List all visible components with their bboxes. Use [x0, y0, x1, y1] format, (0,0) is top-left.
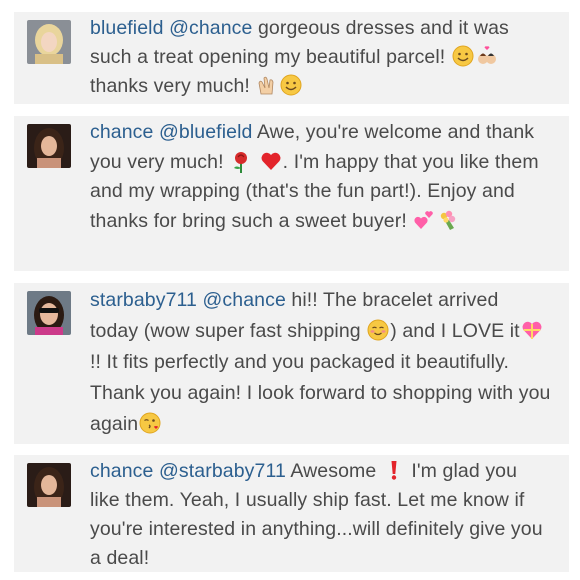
comment-item: bluefield @chance gorgeous dresses and i…	[14, 12, 569, 104]
avatar-photo	[27, 20, 71, 64]
two-hearts-emoji-icon	[413, 209, 435, 231]
username-link[interactable]: bluefield	[90, 17, 164, 39]
comment-text: chance @starbaby711 Awesome I'm glad you…	[90, 457, 551, 573]
avatar-photo	[27, 463, 71, 507]
avatar-photo	[27, 291, 71, 335]
red-heart-emoji-icon	[260, 150, 282, 172]
avatar[interactable]	[27, 20, 71, 64]
comment-body: thanks very much!	[90, 75, 256, 97]
blush-emoji-icon	[367, 319, 389, 341]
mention-link[interactable]: @starbaby711	[159, 460, 286, 482]
mention-link[interactable]: @chance	[169, 17, 252, 39]
couple-heart-emoji-icon	[476, 45, 498, 67]
username-link[interactable]: starbaby711	[90, 289, 197, 311]
comment-text: bluefield @chance gorgeous dresses and i…	[90, 14, 551, 101]
clapping-hands-emoji-icon	[256, 74, 278, 96]
mention-link[interactable]: @bluefield	[159, 121, 252, 143]
comment-item: chance @starbaby711 Awesome I'm glad you…	[14, 455, 569, 572]
avatar[interactable]	[27, 124, 71, 168]
username-link[interactable]: chance	[90, 121, 153, 143]
kissing-face-emoji-icon	[139, 412, 161, 434]
comment-text: chance @bluefield Awe, you're welcome an…	[90, 118, 551, 236]
bouquet-emoji-icon	[437, 209, 459, 231]
smile-emoji-icon	[452, 45, 474, 67]
mention-link[interactable]: @chance	[203, 289, 286, 311]
avatar[interactable]	[27, 291, 71, 335]
avatar-photo	[27, 124, 71, 168]
comment-item: starbaby711 @chance hi!! The bracelet ar…	[14, 283, 569, 444]
comment-body: Awesome	[285, 460, 382, 482]
comment-item: chance @bluefield Awe, you're welcome an…	[14, 116, 569, 271]
gift-heart-emoji-icon	[521, 319, 543, 341]
avatar[interactable]	[27, 463, 71, 507]
exclamation-emoji-icon	[383, 459, 405, 481]
smile-emoji-icon	[280, 74, 302, 96]
username-link[interactable]: chance	[90, 460, 153, 482]
comments-collage: bluefield @chance gorgeous dresses and i…	[0, 0, 580, 580]
comment-text: starbaby711 @chance hi!! The bracelet ar…	[90, 285, 551, 440]
comment-body: ) and I LOVE it	[390, 320, 520, 342]
rose-emoji-icon	[230, 150, 252, 173]
